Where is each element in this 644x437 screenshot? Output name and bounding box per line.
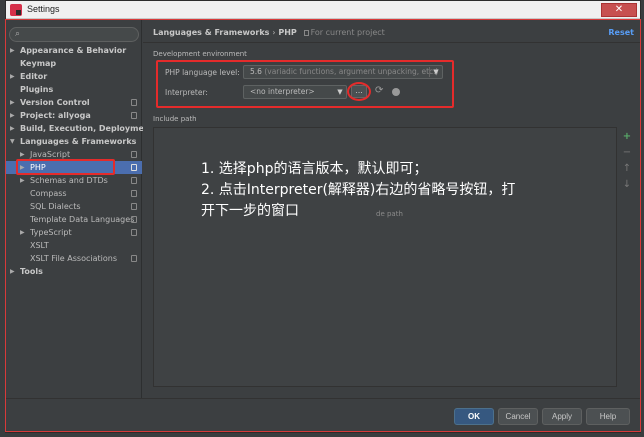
project-scope-icon — [131, 190, 137, 197]
project-scope-icon — [131, 112, 137, 119]
sidebar-item-label: Compass — [30, 189, 67, 198]
sidebar-item-languages-frameworks[interactable]: ▼ Languages & Frameworks — [6, 135, 142, 148]
window-title: Settings — [27, 4, 60, 14]
project-scope-icon — [303, 30, 309, 36]
sidebar-item-label: Version Control — [20, 98, 90, 107]
sidebar-item-label: XSLT File Associations — [30, 254, 117, 263]
sidebar-item-label: Build, Execution, Deployment — [20, 124, 154, 133]
sidebar-item-label: Template Data Languages — [30, 215, 135, 224]
sidebar-item-label: Project: allyoga — [20, 111, 91, 120]
sidebar-item-plugins[interactable]: Plugins — [6, 83, 142, 96]
breadcrumb: Languages & Frameworks › PHP For current… — [153, 28, 385, 37]
project-scope-icon — [131, 164, 137, 171]
settings-window: Settings ✕ ⌕ ▶ Appearance & Behavior Keyma… — [5, 0, 641, 433]
project-scope-icon — [131, 216, 137, 223]
close-window-button[interactable]: ✕ — [601, 3, 637, 17]
sidebar-item-label: XSLT — [30, 241, 49, 250]
sidebar-item-schemas-and-dtds[interactable]: ▶ Schemas and DTDs — [6, 174, 142, 187]
project-scope-icon — [131, 151, 137, 158]
add-icon[interactable]: + — [621, 132, 633, 142]
sidebar-item-project-allyoga[interactable]: ▶ Project: allyoga — [6, 109, 142, 122]
sidebar-item-label: Languages & Frameworks — [20, 137, 137, 146]
chevron-right-icon[interactable]: ▶ — [10, 109, 15, 122]
chevron-right-icon[interactable]: ▶ — [10, 70, 15, 83]
apply-button[interactable]: Apply — [542, 408, 582, 425]
chevron-right-icon[interactable]: ▶ — [20, 174, 25, 187]
breadcrumb-parent: Languages & Frameworks — [153, 28, 270, 37]
dev-environment-title: Development environment — [153, 50, 247, 58]
settings-content-pane: Languages & Frameworks › PHP For current… — [143, 20, 640, 398]
highlight-box — [16, 159, 115, 175]
settings-tree: ▶ Appearance & Behavior Keymap ▶ Editor Plugi… — [6, 44, 153, 278]
chevron-right-icon[interactable]: ▶ — [10, 44, 15, 57]
sidebar-item-sql-dialects[interactable]: SQL Dialects — [6, 200, 142, 213]
sidebar-item-appearance-behavior[interactable]: ▶ Appearance & Behavior — [6, 44, 142, 57]
sidebar-item-label: Appearance & Behavior — [20, 46, 127, 55]
chevron-right-icon[interactable]: ▶ — [10, 122, 15, 135]
project-scope-icon — [131, 99, 137, 106]
move-up-icon[interactable]: ↑ — [621, 164, 633, 174]
settings-sidebar: ⌕ ▶ Appearance & Behavior Keymap ▶ Editor Plu… — [6, 20, 153, 398]
search-icon: ⌕ — [15, 29, 21, 39]
sidebar-item-label: Editor — [20, 72, 48, 81]
project-scope-icon — [131, 229, 137, 236]
remove-icon[interactable]: − — [621, 148, 633, 158]
breadcrumb-current: PHP — [278, 28, 297, 37]
sidebar-item-label: Plugins — [20, 85, 54, 94]
sidebar-item-label: Keymap — [20, 59, 57, 68]
reset-link[interactable]: Reset — [608, 28, 634, 37]
help-button[interactable]: Help — [586, 408, 630, 425]
sidebar-item-typescript[interactable]: ▶ TypeScript — [6, 226, 142, 239]
project-scope-icon — [131, 255, 137, 262]
sidebar-item-version-control[interactable]: ▶ Version Control — [6, 96, 142, 109]
sidebar-item-editor[interactable]: ▶ Editor — [6, 70, 142, 83]
ok-button[interactable]: OK — [454, 408, 494, 425]
include-path-title: Include path — [153, 115, 197, 123]
sidebar-item-xslt[interactable]: XSLT — [6, 239, 142, 252]
annotation-line-1: 1. 选择php的语言版本，默认即可； — [201, 161, 428, 177]
chevron-right-icon[interactable]: ▶ — [10, 265, 15, 278]
annotation-line-2: 2. 点击Interpreter(解释器)右边的省略号按钮，打开下一步的窗口 — [201, 182, 516, 219]
chevron-right-icon[interactable]: ▶ — [20, 226, 25, 239]
sidebar-item-label: Tools — [20, 267, 43, 276]
sidebar-item-template-data-languages[interactable]: Template Data Languages — [6, 213, 142, 226]
header-divider — [143, 42, 640, 43]
project-scope-icon — [131, 203, 137, 210]
highlight-box — [156, 60, 454, 108]
sidebar-item-xslt-file-associations[interactable]: XSLT File Associations — [6, 252, 142, 265]
highlight-circle — [347, 82, 371, 101]
chevron-right-icon[interactable]: ▶ — [10, 96, 15, 109]
sidebar-item-label: TypeScript — [30, 228, 72, 237]
sidebar-item-label: SQL Dialects — [30, 202, 81, 211]
move-down-icon[interactable]: ↓ — [621, 180, 633, 190]
title-bar: Settings ✕ — [6, 1, 640, 19]
project-scope-icon — [131, 177, 137, 184]
cancel-button[interactable]: Cancel — [498, 408, 538, 425]
sidebar-item-tools[interactable]: ▶ Tools — [6, 265, 142, 278]
chevron-down-icon[interactable]: ▼ — [10, 135, 15, 148]
breadcrumb-scope: For current project — [310, 28, 385, 37]
sidebar-item-label: Schemas and DTDs — [30, 176, 108, 185]
sidebar-item-keymap[interactable]: Keymap — [6, 57, 142, 70]
instruction-annotation: 1. 选择php的语言版本，默认即可； 2. 点击Interpreter(解释器… — [201, 159, 521, 222]
phpstorm-app-icon — [10, 4, 22, 16]
settings-search-input[interactable]: ⌕ — [9, 27, 139, 42]
breadcrumb-separator: › — [272, 28, 276, 37]
sidebar-item-build-execution-deployment[interactable]: ▶ Build, Execution, Deployment — [6, 122, 153, 135]
dialog-footer: OK Cancel Apply Help — [6, 398, 640, 432]
sidebar-item-compass[interactable]: Compass — [6, 187, 142, 200]
